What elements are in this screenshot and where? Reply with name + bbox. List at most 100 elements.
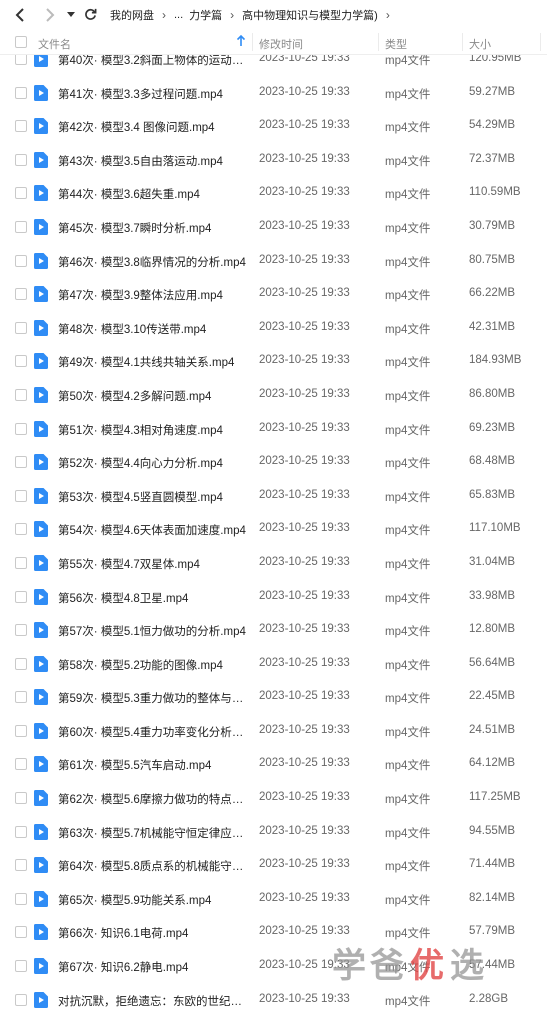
select-all-checkbox[interactable]: [15, 36, 27, 48]
file-row[interactable]: 第54次· 模型4.6天体表面加速度.mp4 2023-10-25 19:33 mp…: [0, 512, 547, 546]
file-row[interactable]: 第57次· 模型5.1恒力做功的分析.mp4 2023-10-25 19:33 mp…: [0, 613, 547, 647]
file-row[interactable]: 第61次· 模型5.5汽车启动.mp4 2023-10-25 19:33 mp4文件…: [0, 747, 547, 781]
file-name[interactable]: 第49次· 模型4.1共线共轴关系.mp4: [58, 354, 246, 370]
file-row[interactable]: 第62次· 模型5.6摩擦力做功的特点.mp4 2023-10-25 19:33 m…: [0, 781, 547, 815]
row-checkbox[interactable]: [15, 624, 27, 637]
file-row[interactable]: 第45次· 模型3.7瞬时分析.mp4 2023-10-25 19:33 mp4文件…: [0, 210, 547, 244]
file-name[interactable]: 第62次· 模型5.6摩擦力做功的特点.mp4: [58, 791, 246, 807]
file-name[interactable]: 第45次· 模型3.7瞬时分析.mp4: [58, 220, 246, 236]
file-name[interactable]: 第58次· 模型5.2功能的图像.mp4: [58, 657, 246, 673]
file-row[interactable]: 第42次· 模型3.4 图像问题.mp4 2023-10-25 19:33 mp4文…: [0, 109, 547, 143]
row-checkbox[interactable]: [15, 892, 27, 905]
row-checkbox[interactable]: [15, 355, 27, 368]
row-checkbox[interactable]: [15, 489, 27, 502]
column-header-name[interactable]: 文件名: [38, 36, 71, 52]
file-name[interactable]: 第67次· 知识6.2静电.mp4: [58, 959, 246, 975]
column-divider[interactable]: [462, 33, 463, 51]
row-checkbox[interactable]: [15, 388, 27, 401]
file-name[interactable]: 第43次· 模型3.5自由落运动.mp4: [58, 153, 246, 169]
row-checkbox[interactable]: [15, 556, 27, 569]
file-row[interactable]: 第50次· 模型4.2多解问题.mp4 2023-10-25 19:33 mp4文件…: [0, 378, 547, 412]
file-row[interactable]: 第56次· 模型4.8卫星.mp4 2023-10-25 19:33 mp4文件 33…: [0, 580, 547, 614]
file-name[interactable]: 第44次· 模型3.6超失重.mp4: [58, 186, 246, 202]
file-name[interactable]: 第56次· 模型4.8卫星.mp4: [58, 590, 246, 606]
column-divider[interactable]: [378, 33, 379, 51]
file-row[interactable]: 第65次· 模型5.9功能关系.mp4 2023-10-25 19:33 mp4文件…: [0, 882, 547, 916]
file-name[interactable]: 第53次· 模型4.5竖直圆模型.mp4: [58, 489, 246, 505]
file-row[interactable]: 第41次· 模型3.3多过程问题.mp4 2023-10-25 19:33 mp4文…: [0, 76, 547, 110]
row-checkbox[interactable]: [15, 657, 27, 670]
file-row[interactable]: 第55次· 模型4.7双星体.mp4 2023-10-25 19:33 mp4文件 3…: [0, 546, 547, 580]
breadcrumb-home[interactable]: 我的网盘: [110, 7, 154, 23]
row-checkbox[interactable]: [15, 321, 27, 334]
file-row[interactable]: 第64次· 模型5.8质点系的机械能守恒.m... 2023-10-25 19:3…: [0, 848, 547, 882]
file-name[interactable]: 第52次· 模型4.4向心力分析.mp4: [58, 455, 246, 471]
row-checkbox[interactable]: [15, 220, 27, 233]
chevron-right-icon[interactable]: [42, 7, 58, 23]
row-checkbox[interactable]: [15, 288, 27, 301]
sort-ascending-icon[interactable]: [236, 34, 246, 50]
caret-down-icon[interactable]: [66, 7, 76, 23]
row-checkbox[interactable]: [15, 187, 27, 200]
file-row[interactable]: 第46次· 模型3.8临界情况的分析.mp4 2023-10-25 19:33 mp…: [0, 244, 547, 278]
file-name[interactable]: 第54次· 模型4.6天体表面加速度.mp4: [58, 522, 246, 538]
breadcrumb-ellipsis[interactable]: ...: [174, 9, 183, 21]
row-checkbox[interactable]: [15, 960, 27, 973]
row-checkbox[interactable]: [15, 993, 27, 1006]
column-divider[interactable]: [540, 33, 541, 51]
file-row[interactable]: 第59次· 模型5.3重力做功的整体与隔离... 2023-10-25 19:33…: [0, 680, 547, 714]
file-name[interactable]: 第66次· 知识6.1电荷.mp4: [58, 925, 246, 941]
file-name[interactable]: 第55次· 模型4.7双星体.mp4: [58, 556, 246, 572]
column-header-size[interactable]: 大小: [469, 36, 491, 52]
column-header-type[interactable]: 类型: [385, 36, 407, 52]
file-row[interactable]: 对抗沉默，拒绝遗忘：东欧的世纪悲歌... 2023-10-25 19:33 mp4文…: [0, 983, 547, 1017]
file-row[interactable]: 第47次· 模型3.9整体法应用.mp4 2023-10-25 19:33 mp4文…: [0, 277, 547, 311]
file-name[interactable]: 第61次· 模型5.5汽车启动.mp4: [58, 757, 246, 773]
row-checkbox[interactable]: [15, 691, 27, 704]
column-header-modified[interactable]: 修改时间: [259, 36, 303, 52]
file-row[interactable]: 第48次· 模型3.10传送带.mp4 2023-10-25 19:33 mp4文件…: [0, 311, 547, 345]
file-row[interactable]: 第52次· 模型4.4向心力分析.mp4 2023-10-25 19:33 mp4文…: [0, 445, 547, 479]
row-checkbox[interactable]: [15, 859, 27, 872]
row-checkbox[interactable]: [15, 120, 27, 133]
file-name[interactable]: 第51次· 模型4.3相对角速度.mp4: [58, 422, 246, 438]
file-name[interactable]: 第63次· 模型5.7机械能守恒定律应用.m...: [58, 825, 246, 841]
row-checkbox[interactable]: [15, 825, 27, 838]
row-checkbox[interactable]: [15, 926, 27, 939]
file-row[interactable]: 第44次· 模型3.6超失重.mp4 2023-10-25 19:33 mp4文件 1…: [0, 176, 547, 210]
refresh-icon[interactable]: [82, 7, 98, 23]
file-row[interactable]: 第63次· 模型5.7机械能守恒定律应用.m... 2023-10-25 19:3…: [0, 815, 547, 849]
row-checkbox[interactable]: [15, 523, 27, 536]
file-name[interactable]: 第50次· 模型4.2多解问题.mp4: [58, 388, 246, 404]
chevron-left-icon[interactable]: [12, 7, 28, 23]
row-checkbox[interactable]: [15, 590, 27, 603]
file-row[interactable]: 第53次· 模型4.5竖直圆模型.mp4 2023-10-25 19:33 mp4文…: [0, 479, 547, 513]
file-row[interactable]: 第49次· 模型4.1共线共轴关系.mp4 2023-10-25 19:33 mp4…: [0, 344, 547, 378]
file-name[interactable]: 第46次· 模型3.8临界情况的分析.mp4: [58, 254, 246, 270]
file-row[interactable]: 第51次· 模型4.3相对角速度.mp4 2023-10-25 19:33 mp4文…: [0, 412, 547, 446]
file-name[interactable]: 第42次· 模型3.4 图像问题.mp4: [58, 119, 246, 135]
row-checkbox[interactable]: [15, 724, 27, 737]
row-checkbox[interactable]: [15, 86, 27, 99]
file-name[interactable]: 第59次· 模型5.3重力做功的整体与隔离...: [58, 690, 246, 706]
file-name[interactable]: 第47次· 模型3.9整体法应用.mp4: [58, 287, 246, 303]
row-checkbox[interactable]: [15, 422, 27, 435]
file-name[interactable]: 第41次· 模型3.3多过程问题.mp4: [58, 86, 246, 102]
row-checkbox[interactable]: [15, 758, 27, 771]
file-row[interactable]: 第58次· 模型5.2功能的图像.mp4 2023-10-25 19:33 mp4文…: [0, 647, 547, 681]
file-name[interactable]: 对抗沉默，拒绝遗忘：东欧的世纪悲歌...: [58, 993, 246, 1009]
column-divider[interactable]: [252, 33, 253, 51]
row-checkbox[interactable]: [15, 153, 27, 166]
file-name[interactable]: 第48次· 模型3.10传送带.mp4: [58, 321, 246, 337]
breadcrumb-current[interactable]: 高中物理知识与模型力学篇): [242, 7, 378, 23]
file-name[interactable]: 第64次· 模型5.8质点系的机械能守恒.m...: [58, 858, 246, 874]
file-row[interactable]: 第43次· 模型3.5自由落运动.mp4 2023-10-25 19:33 mp4文…: [0, 143, 547, 177]
file-name[interactable]: 第57次· 模型5.1恒力做功的分析.mp4: [58, 623, 246, 639]
row-checkbox[interactable]: [15, 792, 27, 805]
row-checkbox[interactable]: [15, 254, 27, 267]
file-row[interactable]: 第60次· 模型5.4重力功率变化分析.mp4 2023-10-25 19:33 m…: [0, 714, 547, 748]
file-name[interactable]: 第65次· 模型5.9功能关系.mp4: [58, 892, 246, 908]
row-checkbox[interactable]: [15, 456, 27, 469]
file-name[interactable]: 第60次· 模型5.4重力功率变化分析.mp4: [58, 724, 246, 740]
breadcrumb-mechanics[interactable]: 力学篇: [189, 7, 222, 23]
